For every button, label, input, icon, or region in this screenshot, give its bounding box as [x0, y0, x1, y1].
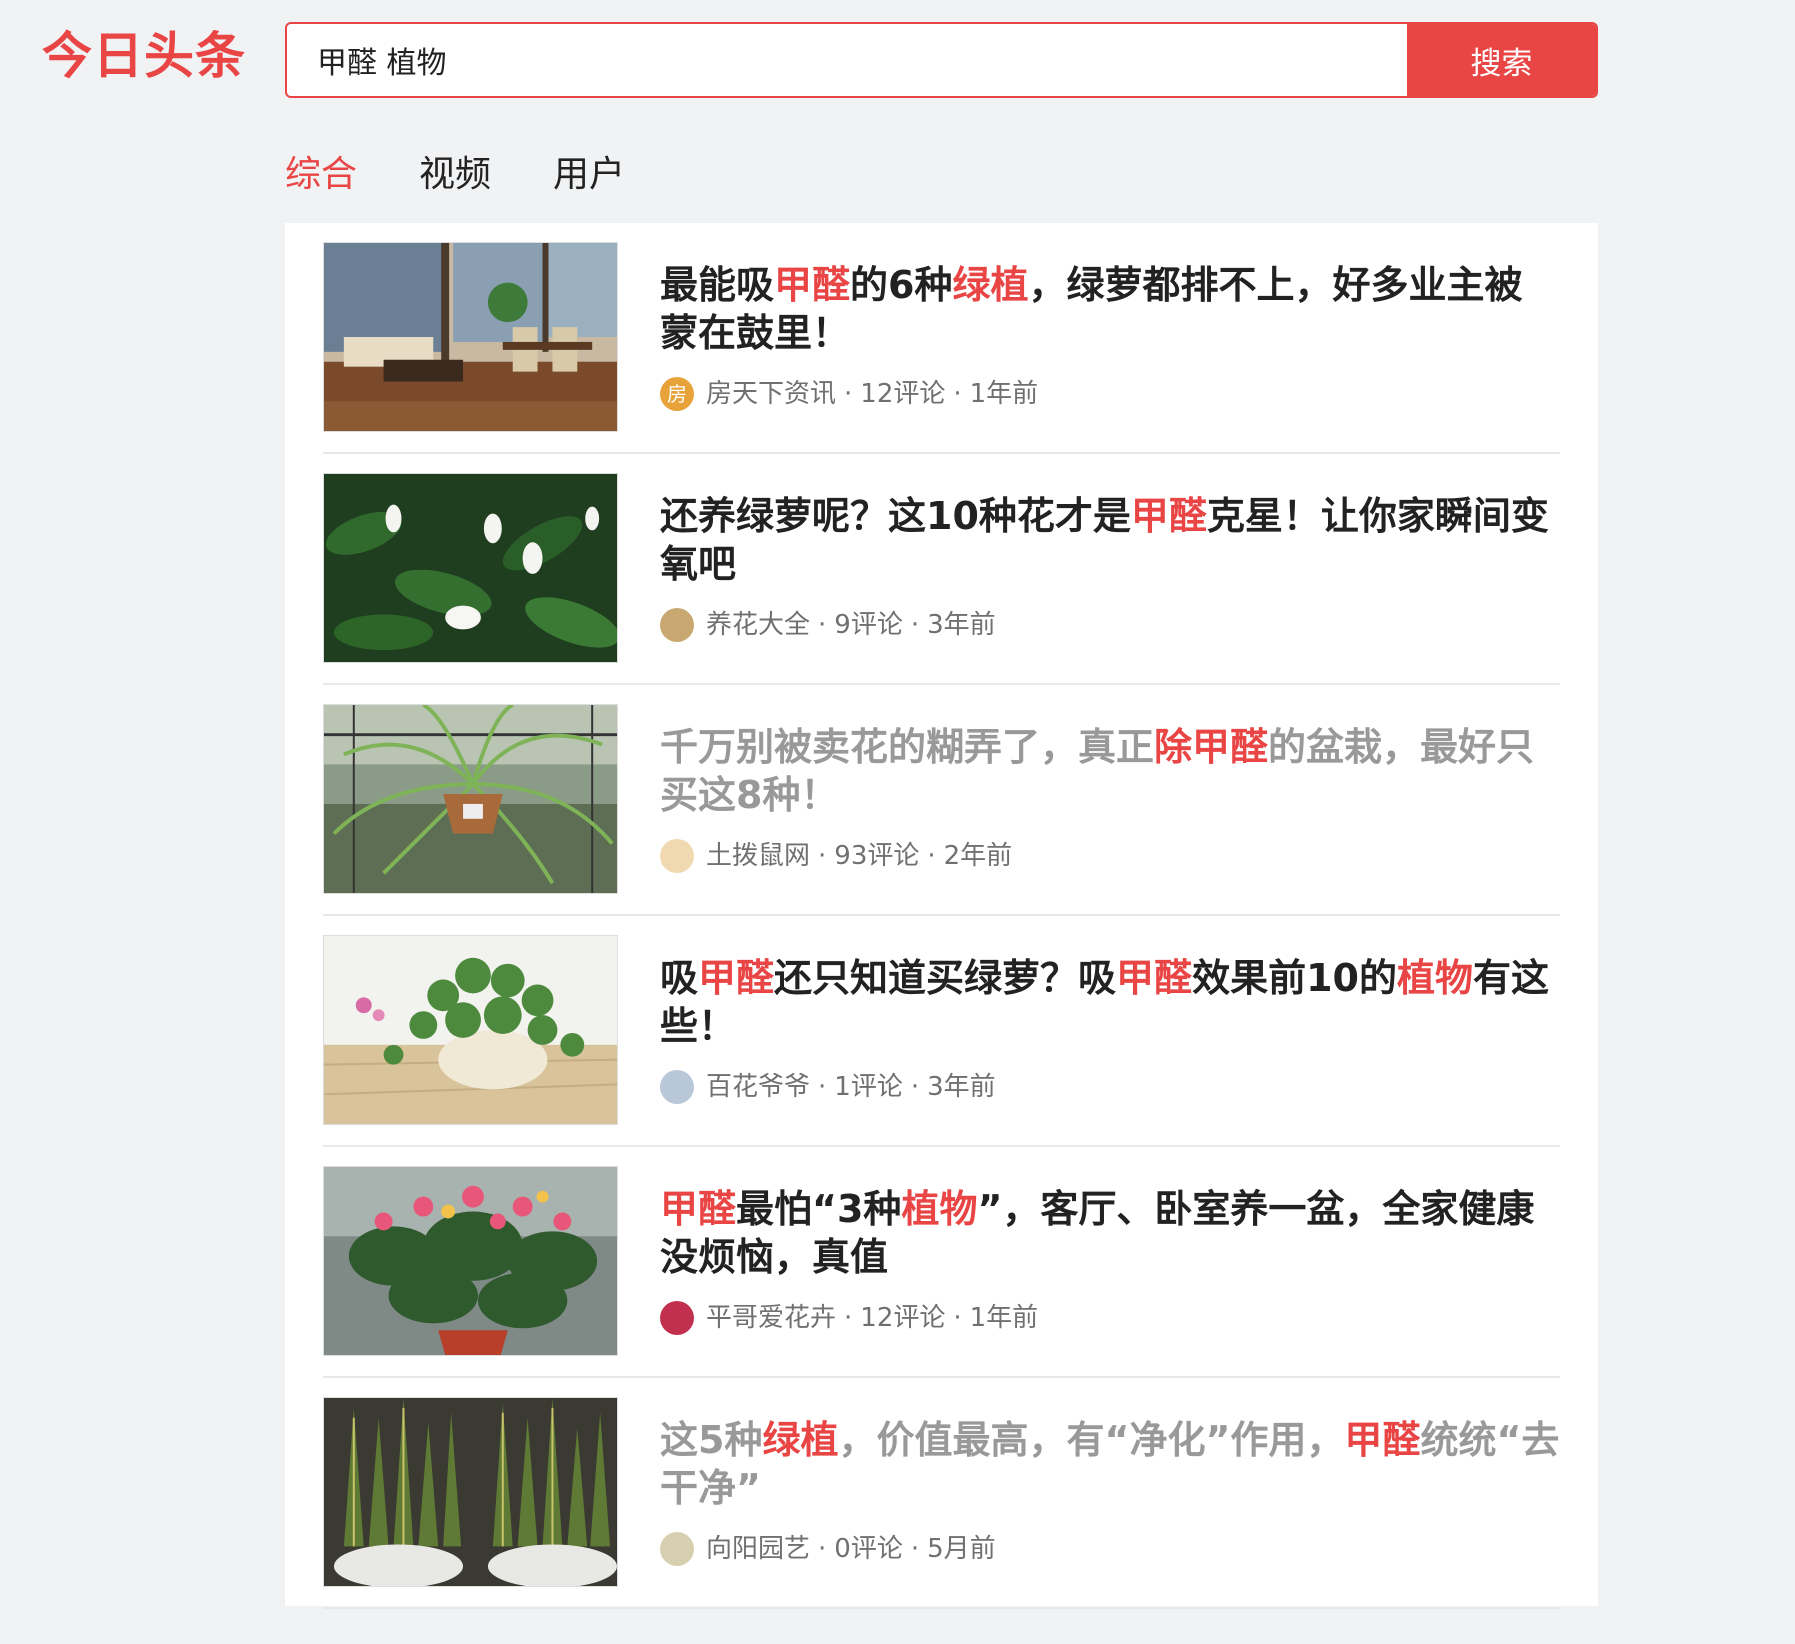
separator: ·	[910, 610, 920, 640]
result-title[interactable]: 最能吸甲醛的6种绿植，绿萝都排不上，好多业主被蒙在鼓里！	[660, 261, 1560, 357]
fang-avatar-icon: 房	[660, 377, 694, 411]
separator: ·	[818, 1072, 827, 1102]
search-button[interactable]: 搜索	[1407, 24, 1596, 96]
publish-time: 2年前	[943, 841, 1013, 871]
author-name[interactable]: 百花爷爷	[706, 1069, 810, 1105]
comment-count: 0评论	[834, 1534, 903, 1564]
result-meta: 百花爷爷 · 1评论 · 3年前	[660, 1069, 996, 1105]
result-meta: 房 房天下资讯 · 12评论 · 1年前	[660, 376, 1038, 412]
author-name[interactable]: 房天下资讯	[706, 376, 836, 412]
separator: ·	[910, 1534, 920, 1564]
peace-lily-thumbnail[interactable]	[323, 473, 618, 663]
separator: ·	[818, 841, 827, 871]
separator: ·	[953, 379, 962, 409]
comment-count: 93评论	[834, 841, 920, 871]
results-list: 最能吸甲醛的6种绿植，绿萝都排不上，好多业主被蒙在鼓里！ 房 房天下资讯 · 1…	[285, 223, 1598, 1609]
result-item: 还养绿萝呢？这10种花才是甲醛克星！让你家瞬间变氧吧 养花大全 · 9评论 · …	[323, 454, 1560, 685]
author-name[interactable]: 土拨鼠网	[706, 838, 810, 874]
result-title[interactable]: 这5种绿植，价值最高，有“净化”作用，甲醛统统“去干净”	[660, 1416, 1560, 1512]
separator: ·	[927, 841, 936, 871]
result-title[interactable]: 还养绿萝呢？这10种花才是甲醛克星！让你家瞬间变氧吧	[660, 492, 1560, 588]
result-meta: 土拨鼠网 · 93评论 · 2年前	[660, 838, 1012, 874]
author-name[interactable]: 向阳园艺	[706, 1531, 810, 1567]
flower-avatar-icon	[660, 608, 694, 642]
result-item: 吸甲醛还只知道买绿萝？吸甲醛效果前10的植物有这些！ 百花爷爷 · 1评论 · …	[323, 916, 1560, 1147]
snake-plant-thumbnail[interactable]	[323, 1397, 618, 1587]
tab-comprehensive[interactable]: 综合	[285, 150, 357, 200]
separator: ·	[844, 1303, 853, 1333]
search-input[interactable]	[287, 24, 1407, 96]
begonia-thumbnail[interactable]	[323, 1166, 618, 1356]
result-item: 最能吸甲醛的6种绿植，绿萝都排不上，好多业主被蒙在鼓里！ 房 房天下资讯 · 1…	[323, 223, 1560, 454]
comment-count: 9评论	[834, 610, 903, 640]
result-meta: 养花大全 · 9评论 · 3年前	[660, 607, 996, 643]
living-room-thumbnail[interactable]	[323, 242, 618, 432]
grandpa-avatar-icon	[660, 1070, 694, 1104]
result-title[interactable]: 千万别被卖花的糊弄了，真正除甲醛的盆栽，最好只买这8种！	[660, 723, 1560, 819]
publish-time: 3年前	[927, 610, 996, 640]
spider-plant-thumbnail[interactable]	[323, 704, 618, 894]
result-title[interactable]: 吸甲醛还只知道买绿萝？吸甲醛效果前10的植物有这些！	[660, 954, 1560, 1050]
comment-count: 1评论	[834, 1072, 903, 1102]
red-flower-avatar-icon	[660, 1301, 694, 1335]
separator: ·	[910, 1072, 920, 1102]
author-name[interactable]: 养花大全	[706, 607, 810, 643]
publish-time: 5月前	[927, 1534, 996, 1564]
publish-time: 1年前	[969, 1303, 1039, 1333]
separator: ·	[818, 1534, 827, 1564]
ivy-pot-thumbnail[interactable]	[323, 935, 618, 1125]
separator: ·	[844, 379, 853, 409]
groundhog-avatar-icon	[660, 839, 694, 873]
comment-count: 12评论	[860, 1303, 946, 1333]
result-meta: 向阳园艺 · 0评论 · 5月前	[660, 1531, 996, 1567]
toutiao-logo[interactable]: 今日头条	[42, 26, 246, 86]
garden-avatar-icon	[660, 1532, 694, 1566]
search-box: 搜索	[285, 22, 1598, 98]
tab-users[interactable]: 用户	[553, 150, 625, 200]
separator: ·	[953, 1303, 962, 1333]
result-tabs: 综合 视频 用户	[285, 150, 625, 200]
result-item: 千万别被卖花的糊弄了，真正除甲醛的盆栽，最好只买这8种！ 土拨鼠网 · 93评论…	[323, 685, 1560, 916]
result-title[interactable]: 甲醛最怕“3种植物”，客厅、卧室养一盆，全家健康没烦恼，真值	[660, 1185, 1560, 1281]
author-name[interactable]: 平哥爱花卉	[706, 1300, 836, 1336]
tab-video[interactable]: 视频	[419, 150, 491, 200]
separator: ·	[818, 610, 827, 640]
comment-count: 12评论	[860, 379, 946, 409]
publish-time: 3年前	[927, 1072, 996, 1102]
result-item: 甲醛最怕“3种植物”，客厅、卧室养一盆，全家健康没烦恼，真值 平哥爱花卉 · 1…	[323, 1147, 1560, 1378]
result-item: 这5种绿植，价值最高，有“净化”作用，甲醛统统“去干净” 向阳园艺 · 0评论 …	[323, 1378, 1560, 1609]
result-meta: 平哥爱花卉 · 12评论 · 1年前	[660, 1300, 1038, 1336]
publish-time: 1年前	[969, 379, 1039, 409]
